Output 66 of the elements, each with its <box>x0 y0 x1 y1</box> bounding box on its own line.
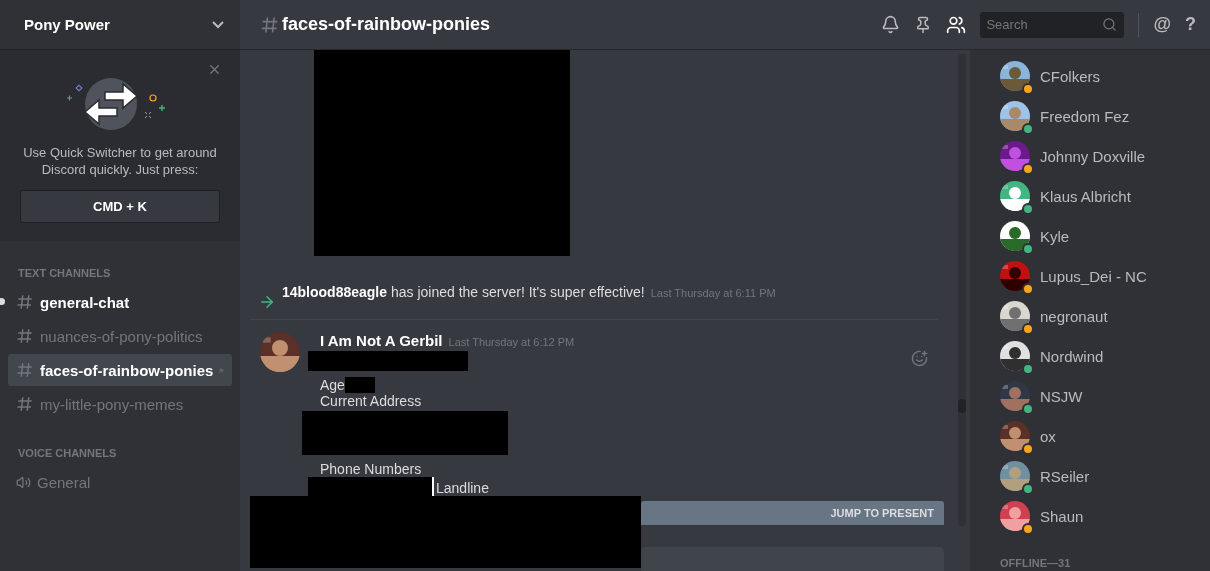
member-name: Johnny Doxville <box>1040 147 1146 165</box>
member-item[interactable]: Klaus Albricht <box>1000 176 1210 216</box>
section-heading: VOICE CHANNELS <box>17 447 118 459</box>
message-line: Age <box>320 377 345 393</box>
member-name: Nordwind <box>1040 347 1104 365</box>
timestamp: Last Thursday at 6:11 PM <box>650 287 776 299</box>
channel-name: my-little-pony-memes <box>40 395 185 413</box>
section-heading: TEXT CHANNELS <box>17 267 112 279</box>
member-item[interactable]: negronaut <box>1000 296 1210 336</box>
message-line: Landline <box>436 480 489 496</box>
help-button[interactable]: ? <box>1185 14 1196 35</box>
chevron-down-icon <box>212 20 224 29</box>
channel-name: general-chat <box>40 293 131 311</box>
member-name: Kyle <box>1040 227 1070 245</box>
timestamp: Last Thursday at 6:12 PM <box>448 336 575 348</box>
scrollbar-thumb[interactable] <box>958 399 966 413</box>
server-name: Pony Power <box>24 16 110 33</box>
add-reaction-icon[interactable] <box>911 350 928 367</box>
member-name: CFolkers <box>1040 67 1100 85</box>
member-name: ox <box>1040 427 1056 445</box>
member-item[interactable]: Nordwind <box>1000 336 1210 376</box>
member-name: Shaun <box>1040 507 1084 525</box>
search-field[interactable]: Search <box>980 11 1125 38</box>
member-item[interactable]: Kyle <box>1000 216 1210 256</box>
hash-icon <box>16 395 34 413</box>
section-heading: OFFLINE—31 <box>1000 557 1072 569</box>
quick-switcher-hint: Use Quick Switcher to get around Discord quickly. Just press: <box>22 144 218 178</box>
speaker-icon <box>16 474 31 490</box>
member-item[interactable]: RSeiler <box>1000 456 1210 496</box>
member-name: NSJW <box>1040 387 1083 405</box>
member-item[interactable]: Freedom Fez <box>1000 96 1210 136</box>
hash-icon <box>16 293 34 311</box>
member-name: Lupus_Dei - NC <box>1040 267 1147 285</box>
members-icon[interactable] <box>946 14 967 35</box>
member-item[interactable]: ox <box>1000 416 1210 456</box>
shortcut-button[interactable]: CMD + K <box>20 190 220 223</box>
hash-icon <box>16 361 34 379</box>
member-name: RSeiler <box>1040 467 1090 485</box>
channel-item[interactable]: faces-of-rainbow-ponies <box>8 354 232 386</box>
channel-name: faces-of-rainbow-ponies <box>40 361 214 379</box>
member-item[interactable]: Shaun <box>1000 496 1210 536</box>
channel-title: faces-of-rainbow-ponies <box>282 14 491 35</box>
member-item[interactable]: Lupus_Dei - NC <box>1000 256 1210 296</box>
member-item[interactable]: Johnny Doxville <box>1000 136 1210 176</box>
author-name[interactable]: I Am Not A Gerbil <box>320 332 443 349</box>
search-icon <box>1102 16 1118 32</box>
close-button[interactable] <box>207 62 222 77</box>
channel-name: nuances-of-pony-politics <box>40 327 204 345</box>
member-name: Klaus Albricht <box>1040 187 1131 205</box>
member-item[interactable]: NSJW <box>1000 376 1210 416</box>
message-line: Phone Numbers <box>320 461 422 477</box>
message-line: Current Address <box>320 393 422 409</box>
member-name: Freedom Fez <box>1040 107 1130 125</box>
redaction-block <box>344 377 375 393</box>
member-item[interactable]: CFolkers <box>1000 56 1210 96</box>
scrollbar[interactable] <box>958 54 966 526</box>
message-input[interactable] <box>641 547 944 571</box>
join-message: 14blood88eagle has joined the server! It's super effective! <box>282 284 645 300</box>
channel-item[interactable]: general-chat <box>8 286 232 318</box>
channel-name: General <box>37 473 92 491</box>
hash-icon <box>260 14 280 35</box>
bell-icon[interactable] <box>881 15 901 34</box>
mentions-button[interactable]: @ <box>1153 14 1171 35</box>
member-name: negronaut <box>1040 307 1108 325</box>
jump-to-present-bar[interactable]: JUMP TO PRESENT <box>641 501 944 525</box>
hash-icon <box>16 327 34 345</box>
